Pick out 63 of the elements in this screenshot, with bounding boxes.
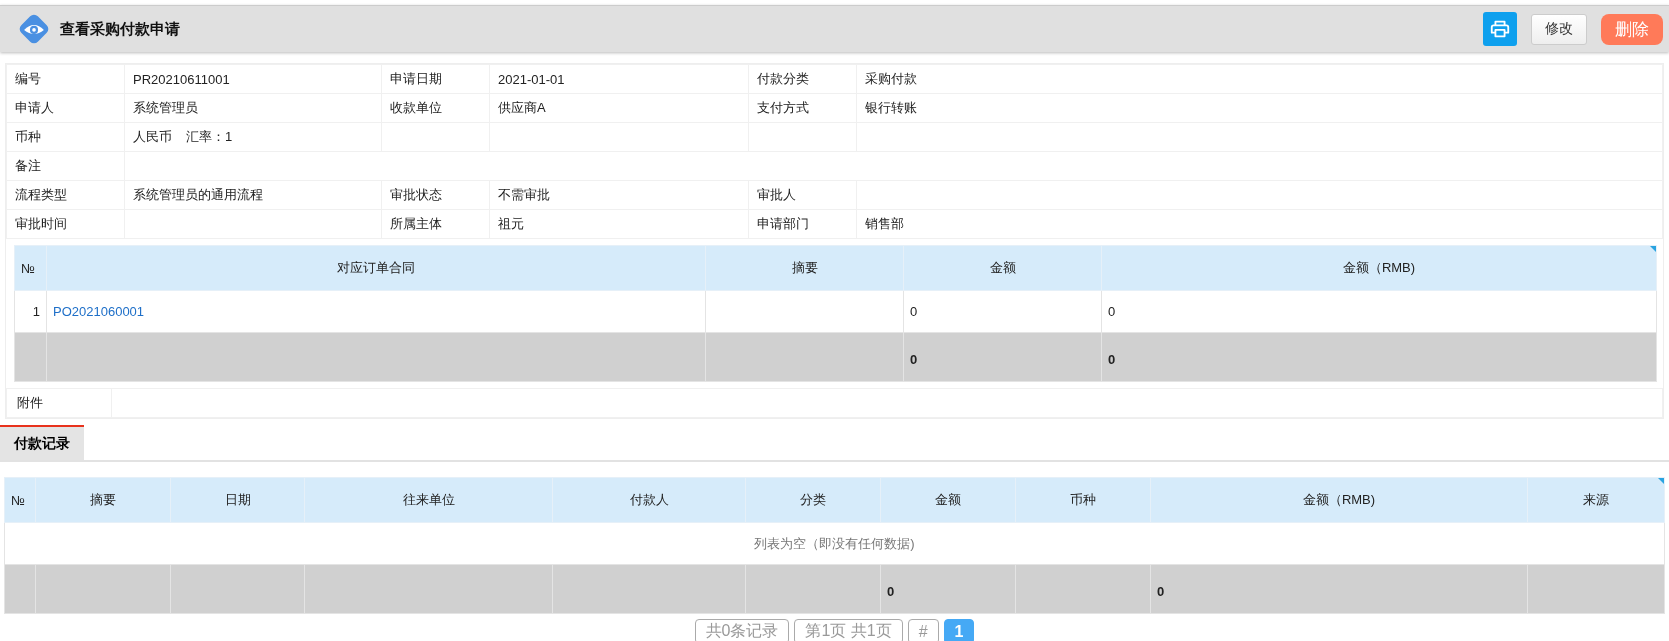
pagination-button[interactable]: 第1页 共1页 — [794, 619, 903, 641]
field-label: 申请部门 — [757, 216, 809, 231]
field-label: 附件 — [17, 395, 43, 410]
page-title: 查看采购付款申请 — [60, 19, 180, 39]
field-label: 审批时间 — [15, 216, 67, 231]
field-value: 销售部 — [865, 216, 904, 231]
field-value: 汇率：1 — [186, 129, 233, 144]
tab[interactable]: 付款记录 — [0, 425, 84, 460]
pagination-button[interactable]: # — [907, 619, 939, 641]
field-label: 审批状态 — [390, 187, 442, 202]
field-value: 供应商A — [498, 100, 546, 115]
field-label: 支付方式 — [757, 100, 809, 115]
field-value: 采购付款 — [865, 71, 917, 86]
field-label: 申请人 — [15, 100, 54, 115]
column-header: 摘要 — [90, 492, 116, 507]
column-header: № — [11, 492, 25, 508]
field-value: 祖元 — [498, 216, 524, 231]
column-header: 币种 — [1070, 492, 1096, 507]
printer-icon — [1489, 18, 1511, 40]
column-header: 分类 — [800, 492, 826, 507]
column-header: 金额 — [935, 492, 961, 507]
field-label: 收款单位 — [390, 100, 442, 115]
table-cell: 1 — [32, 304, 40, 319]
delete-button[interactable]: 删除 — [1601, 13, 1663, 45]
field-value: 不需审批 — [498, 187, 550, 202]
field-label: 流程类型 — [15, 187, 67, 202]
column-header: 摘要 — [791, 260, 818, 275]
column-header: 来源 — [1583, 492, 1609, 507]
field-value: PR20210611001 — [133, 71, 230, 87]
order-link[interactable]: PO2021060001 — [53, 304, 145, 319]
total-cell: 0 — [1108, 351, 1116, 367]
edit-button[interactable]: 修改 — [1531, 13, 1587, 45]
column-header: 对应订单合同 — [337, 260, 415, 275]
field-label: 币种 — [15, 129, 41, 144]
column-header: 金额（RMB) — [1342, 260, 1416, 275]
table-cell: 0 — [910, 304, 918, 319]
field-label: 备注 — [15, 158, 41, 173]
field-label: 付款分类 — [757, 71, 809, 86]
column-header: 金额（RMB) — [1302, 492, 1376, 507]
field-value: 人民币 — [133, 129, 172, 144]
field-value: 系统管理员 — [133, 100, 198, 115]
total-cell: 0 — [910, 351, 918, 367]
field-label: 申请日期 — [390, 71, 442, 86]
corner-icon — [1650, 246, 1656, 252]
corner-icon — [1658, 478, 1664, 484]
field-value: 系统管理员的通用流程 — [133, 187, 263, 202]
pagination-button[interactable]: 1 — [943, 619, 975, 641]
empty-message: 列表为空（即没有任何数据) — [754, 535, 915, 551]
column-header: 往来单位 — [402, 492, 455, 507]
pagination-button[interactable]: 共0条记录 — [694, 619, 790, 641]
column-header: 金额 — [989, 260, 1016, 275]
print-button[interactable] — [1483, 12, 1517, 46]
column-header: 付款人 — [629, 492, 669, 507]
field-label: 编号 — [15, 71, 41, 86]
field-value: 银行转账 — [865, 100, 917, 115]
field-value: 2021-01-01 — [498, 71, 565, 87]
table-cell: 0 — [1108, 304, 1116, 319]
field-label: 审批人 — [757, 187, 796, 202]
column-header: 日期 — [224, 492, 251, 507]
total-cell: 0 — [1157, 583, 1165, 599]
field-label: 所属主体 — [390, 216, 442, 231]
column-header: № — [21, 260, 35, 276]
total-cell: 0 — [887, 583, 895, 599]
